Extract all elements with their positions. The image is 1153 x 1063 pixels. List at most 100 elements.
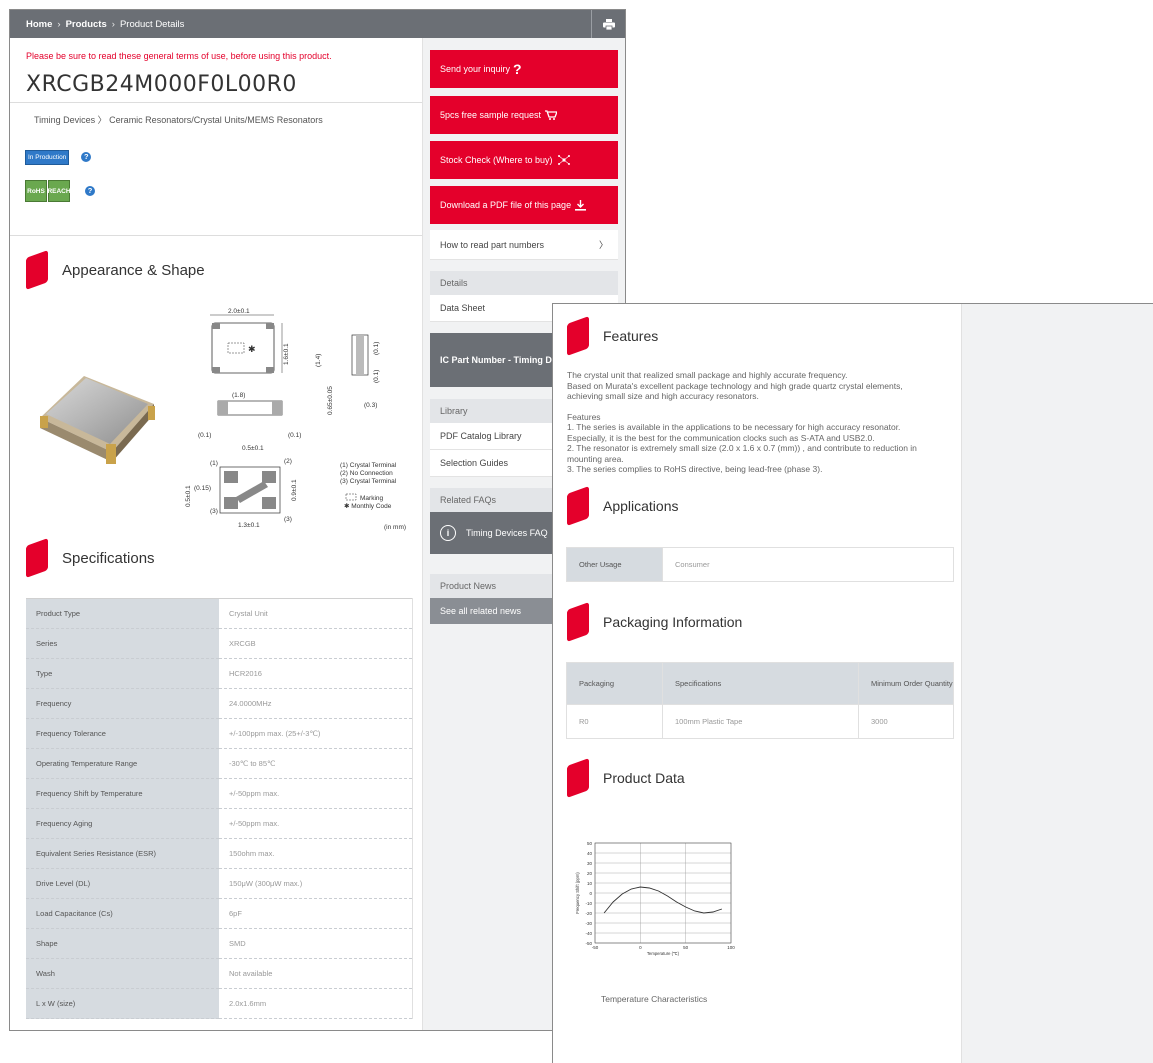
- packaging-cell: R0: [566, 704, 663, 739]
- series-line: [603, 886, 723, 914]
- y-tick-label: 30: [587, 861, 593, 866]
- dim-label: (0.1): [373, 370, 380, 383]
- application-value: Consumer: [662, 547, 954, 582]
- spec-value: 2.0x1.6mm: [219, 988, 413, 1019]
- breadcrumb-home[interactable]: Home: [26, 19, 52, 30]
- pin-label: (3): [284, 516, 292, 523]
- product-details-window: Features The crystal unit that realized …: [552, 303, 1153, 1063]
- y-tick-label: -20: [585, 911, 592, 916]
- spec-value: 150μW (300μW max.): [219, 868, 413, 899]
- spec-value: +/-50ppm max.: [219, 778, 413, 809]
- cart-icon: [545, 110, 558, 120]
- stock-check-button[interactable]: Stock Check (Where to buy): [430, 141, 618, 179]
- download-icon: [575, 199, 587, 211]
- help-icon[interactable]: ?: [85, 186, 95, 196]
- applications-table: Other Usage Consumer: [566, 547, 954, 582]
- dim-label: (1.8): [232, 392, 245, 399]
- spec-label: Frequency Aging: [26, 808, 219, 839]
- packaging-header: Minimum Order Quantity: [858, 662, 954, 705]
- breadcrumb-products[interactable]: Products: [66, 19, 107, 30]
- spec-row: Frequency Aging +/-50ppm max.: [26, 808, 413, 839]
- dimension-drawing: 2.0±0.1 ✱ 1.6±0.1 (1.4) 0.65±0.05 (0.1) …: [185, 308, 406, 531]
- packaging-cell: 100mm Plastic Tape: [662, 704, 859, 739]
- spec-label: Frequency Tolerance: [26, 718, 219, 749]
- y-tick-label: 50: [587, 841, 593, 846]
- pin-label: (3): [210, 508, 218, 515]
- spec-value: 150ohm max.: [219, 838, 413, 869]
- spec-row: Wash Not available: [26, 958, 413, 989]
- y-tick-label: -10: [585, 901, 592, 906]
- spec-row: L x W (size) 2.0x1.6mm: [26, 988, 413, 1019]
- spec-value: Not available: [219, 958, 413, 989]
- chevron-right-icon: 〉: [598, 240, 608, 250]
- spec-label: Load Capacitance (Cs): [26, 898, 219, 929]
- terms-notice[interactable]: Please be sure to read these general ter…: [10, 38, 422, 68]
- legend-text: (2) No Connection: [340, 470, 393, 477]
- spec-row: Frequency Shift by Temperature +/-50ppm m…: [26, 778, 413, 809]
- spec-value: 6pF: [219, 898, 413, 929]
- marking-symbol: ✱: [248, 344, 256, 354]
- print-button[interactable]: [591, 10, 625, 38]
- sample-request-button[interactable]: 5pcs free sample request: [430, 96, 618, 134]
- spec-value: -30℃ to 85℃: [219, 748, 413, 779]
- spec-row: Shape SMD: [26, 928, 413, 959]
- applications-heading: Applications: [553, 485, 961, 527]
- breadcrumb: Home › Products › Product Details: [10, 10, 625, 38]
- packaging-header: Specifications: [662, 662, 859, 705]
- product-photo: [40, 376, 155, 464]
- section-marker-icon: [26, 537, 48, 579]
- spec-row: Drive Level (DL) 150μW (300μW max.): [26, 868, 413, 899]
- spec-label: L x W (size): [26, 988, 219, 1019]
- spec-value: HCR2016: [219, 658, 413, 689]
- spec-row: Frequency Tolerance +/-100ppm max. (25+/-…: [26, 718, 413, 749]
- spec-value: SMD: [219, 928, 413, 959]
- dim-label: (0.1): [373, 342, 380, 355]
- x-axis-label: Temperature (℃): [647, 951, 680, 956]
- dim-label: (0.15): [194, 485, 211, 492]
- dim-label: 0.9±0.1: [291, 479, 298, 501]
- legend-text: (1) Crystal Terminal: [340, 462, 397, 469]
- spec-row: Load Capacitance (Cs) 6pF: [26, 898, 413, 929]
- reach-badge: REACH: [47, 180, 71, 202]
- spec-label: Shape: [26, 928, 219, 959]
- y-tick-label: -40: [585, 931, 592, 936]
- x-tick-label: -50: [592, 945, 599, 950]
- legend-text: (3) Crystal Terminal: [340, 478, 397, 485]
- breadcrumb-current: Product Details: [119, 18, 185, 30]
- x-tick-label: 0: [639, 945, 642, 950]
- spec-row: Product Type Crystal Unit: [26, 598, 413, 629]
- x-tick-label: 100: [727, 945, 735, 950]
- y-tick-label: 20: [587, 871, 593, 876]
- product-data-heading: Product Data: [553, 757, 961, 799]
- packaging-header: Packaging: [566, 662, 663, 705]
- help-icon[interactable]: ?: [81, 152, 92, 162]
- info-icon: i: [440, 525, 456, 541]
- section-marker-icon: [26, 249, 48, 291]
- dim-label: 2.0±0.1: [228, 308, 250, 315]
- temperature-chart: 50403020100-10-20-30-40-50-50 0 50 100Tempe…: [575, 841, 735, 956]
- section-marker-icon: [567, 315, 589, 357]
- send-inquiry-button[interactable]: Send your inquiry?: [430, 50, 618, 88]
- part-number-title: XRCGB24M000F0L00R0: [26, 72, 297, 97]
- spec-value: XRCGB: [219, 628, 413, 659]
- application-label: Other Usage: [566, 547, 663, 582]
- legend-text: ✱ Monthly Code: [344, 502, 392, 510]
- table-row: R0 100mm Plastic Tape 3000: [566, 704, 954, 739]
- specifications-heading: Specifications: [10, 537, 422, 579]
- breadcrumb-separator: ›: [57, 18, 61, 30]
- category-path[interactable]: Timing Devices 〉 Ceramic Resonators/Crys…: [10, 103, 422, 139]
- download-pdf-button[interactable]: Download a PDF file of this page: [430, 186, 618, 224]
- status-badge: In Production: [25, 149, 70, 165]
- product-page-window: Home › Products › Product Details Please…: [9, 9, 626, 1031]
- y-tick-label: 10: [587, 881, 593, 886]
- spec-label: Wash: [26, 958, 219, 989]
- y-tick-label: 40: [587, 851, 593, 856]
- spec-label: Product Type: [26, 598, 219, 629]
- packaging-heading: Packaging Information: [553, 601, 961, 643]
- dim-label: (0.1): [288, 432, 301, 439]
- spec-value: Crystal Unit: [219, 598, 413, 629]
- y-tick-label: -30: [585, 921, 592, 926]
- dim-label: 1.6±0.1: [283, 343, 290, 365]
- dim-label: 0.5±0.1: [185, 485, 192, 507]
- read-part-numbers-link[interactable]: How to read part numbers 〉: [430, 230, 618, 260]
